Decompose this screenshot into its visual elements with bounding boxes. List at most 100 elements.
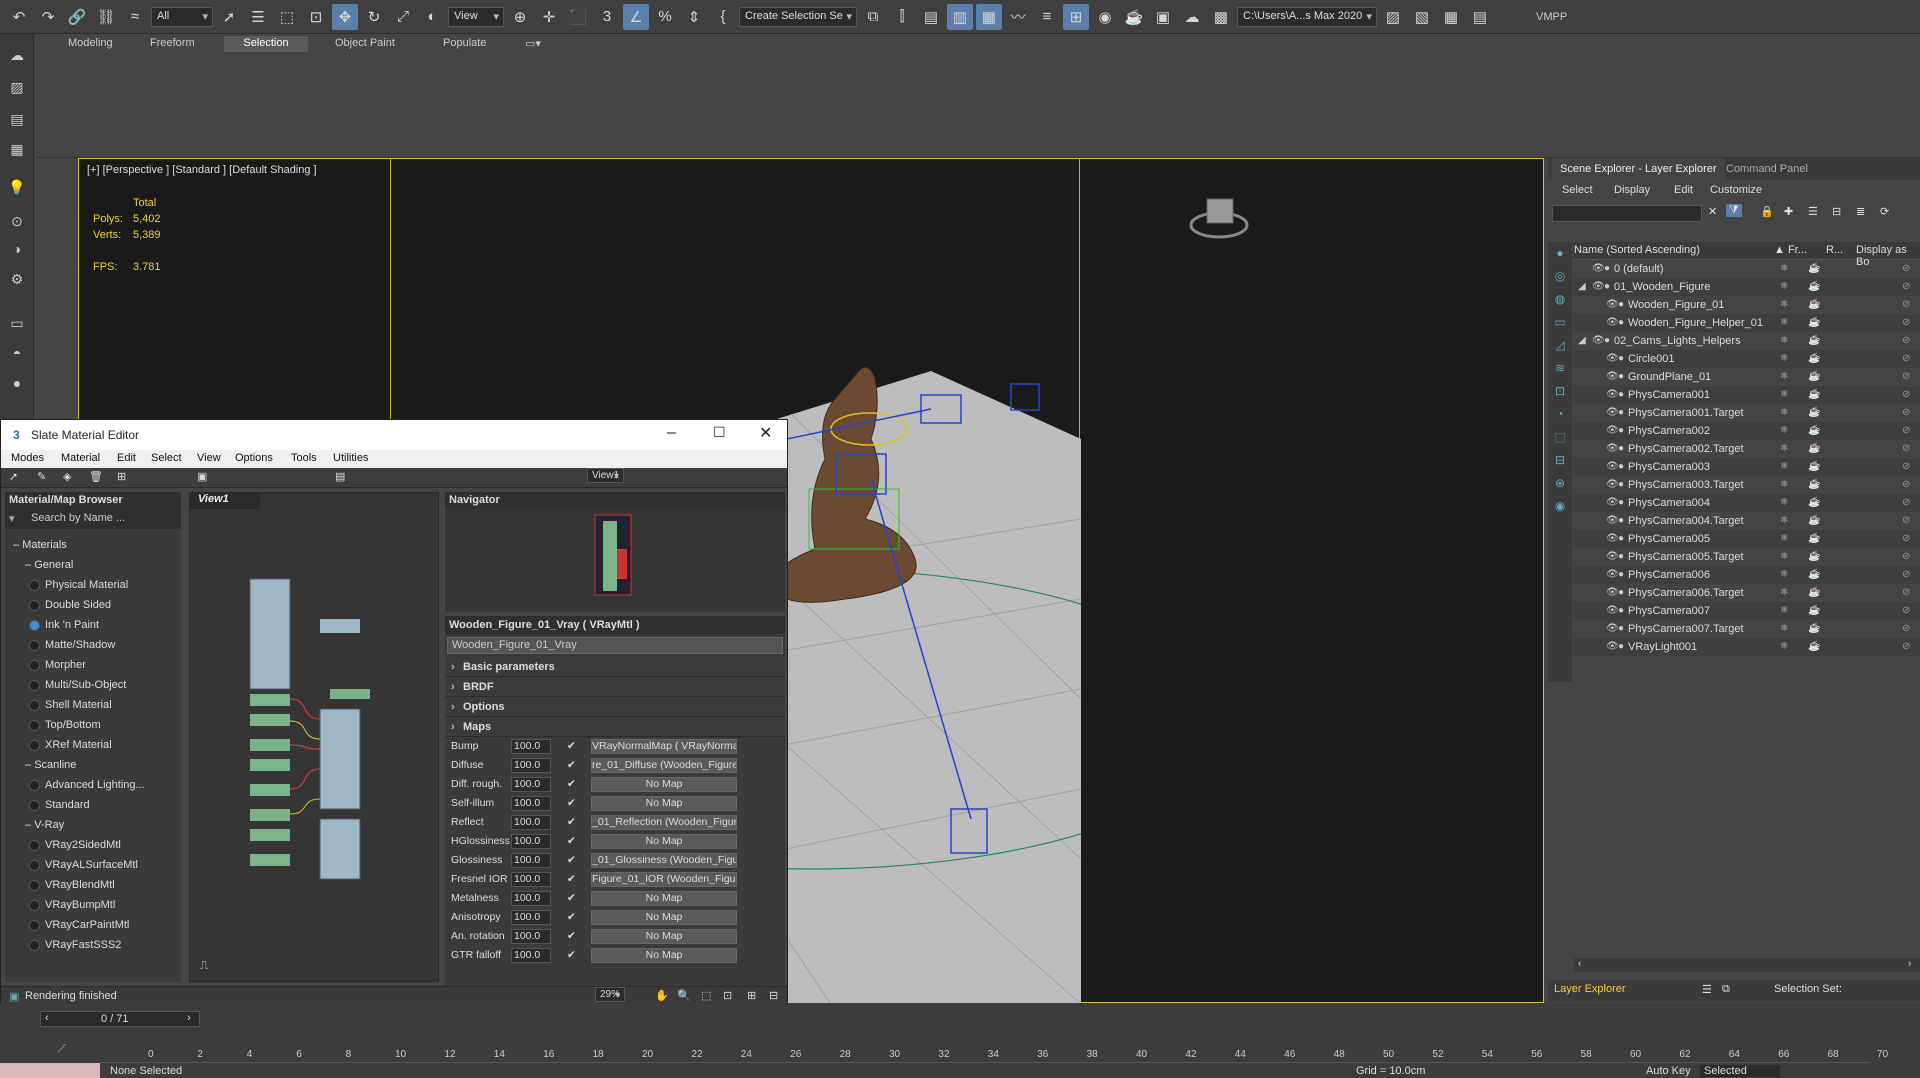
dope-sheet-icon[interactable]: ≡: [1034, 4, 1060, 30]
scene-row[interactable]: 👁 ● PhysCamera002.Target ❄ ☕ ⊘: [1574, 440, 1920, 458]
material-type-item[interactable]: Top/Bottom: [5, 715, 181, 735]
maxscript-listener[interactable]: [0, 1063, 100, 1078]
freeze-icon[interactable]: ❄: [1780, 566, 1788, 584]
material-type-item[interactable]: Multi/Sub-Object: [5, 675, 181, 695]
visibility-eye-icon[interactable]: 👁: [1606, 386, 1619, 404]
zoom-region-icon[interactable]: ⬚: [701, 989, 711, 1002]
filter-geometry-icon[interactable]: ● ◎ ◍ ▭ ◿ ≋ ⊡ ◔ ⬚ ⊟ ⊕ ◉: [1548, 242, 1572, 518]
ribbon-options-icon[interactable]: ▭▾: [515, 36, 551, 52]
cat-materials[interactable]: – Materials: [5, 535, 181, 555]
stack-icon[interactable]: ≣: [1856, 205, 1865, 218]
mirror-icon[interactable]: ⧉: [860, 4, 886, 30]
scene-menu-display[interactable]: Display: [1614, 184, 1650, 196]
map-enabled-checkbox[interactable]: ✔: [567, 756, 576, 775]
map-enabled-checkbox[interactable]: ✔: [567, 889, 576, 908]
scene-menu-select[interactable]: Select: [1562, 184, 1593, 196]
rollout-options[interactable]: Options: [445, 697, 785, 717]
map-slot-button[interactable]: No Map: [591, 777, 737, 792]
render-teapot-icon[interactable]: ☕: [1808, 260, 1820, 278]
scene-explorer-icon[interactable]: ▤: [918, 4, 944, 30]
material-type-item[interactable]: VRayCarPaintMtl: [5, 915, 181, 935]
project-path-dropdown[interactable]: C:\Users\A...s Max 2020: [1237, 6, 1377, 27]
visibility-eye-icon[interactable]: 👁: [1606, 638, 1619, 656]
material-type-item[interactable]: Double Sided: [5, 595, 181, 615]
scale-icon[interactable]: ⤢: [390, 4, 416, 30]
material-type-item[interactable]: Matte/Shadow: [5, 635, 181, 655]
zoom-icon[interactable]: 🔍: [677, 989, 691, 1002]
scene-row[interactable]: 👁 ● PhysCamera007.Target ❄ ☕ ⊘: [1574, 620, 1920, 638]
render-icon[interactable]: ☁: [1179, 4, 1205, 30]
material-type-item[interactable]: XRef Material: [5, 735, 181, 755]
rotate-icon[interactable]: ↻: [361, 4, 387, 30]
scene-row[interactable]: 👁 ● Wooden_Figure_Helper_01 ❄ ☕ ⊘: [1574, 314, 1920, 332]
project-settings-icon[interactable]: ▤: [1467, 4, 1493, 30]
scene-row[interactable]: 👁 ● Circle001 ❄ ☕ ⊘: [1574, 350, 1920, 368]
tab-modeling[interactable]: Modeling: [58, 36, 123, 52]
cat-general[interactable]: – General: [5, 555, 181, 575]
freeze-icon[interactable]: ❄: [1780, 368, 1788, 386]
show-map-icon[interactable]: ▣: [197, 470, 207, 483]
visibility-eye-icon[interactable]: 👁: [1606, 548, 1619, 566]
box-display-icon[interactable]: ⊘: [1902, 530, 1910, 548]
render-teapot-icon[interactable]: ☕: [1808, 566, 1820, 584]
visibility-eye-icon[interactable]: 👁: [1606, 368, 1619, 386]
render-teapot-icon[interactable]: ☕: [1808, 422, 1820, 440]
workspace-label[interactable]: VMPP: [1536, 11, 1567, 23]
rollout-basic-parameters[interactable]: Basic parameters: [445, 657, 785, 677]
navigator-thumbnail[interactable]: [445, 509, 785, 609]
map-slot-button[interactable]: No Map: [591, 834, 737, 849]
box-display-icon[interactable]: ⊘: [1902, 602, 1910, 620]
rendered-frame-window-icon[interactable]: ▣: [1150, 4, 1176, 30]
schematic-view-icon[interactable]: ⊞: [1063, 3, 1089, 30]
render-teapot-icon[interactable]: ☕: [1808, 440, 1820, 458]
clear-search-icon[interactable]: ✕: [1708, 205, 1717, 218]
reference-coordinate-dropdown[interactable]: View: [448, 6, 504, 27]
scene-icon[interactable]: ☁: [5, 44, 29, 66]
curve-toggle-icon[interactable]: ⟋: [58, 1043, 66, 1056]
menu-utilities[interactable]: Utilities: [333, 452, 368, 464]
rect-region-icon[interactable]: ⬚: [274, 4, 300, 30]
tab-command-panel[interactable]: Command Panel: [1718, 158, 1816, 180]
map-enabled-checkbox[interactable]: ✔: [567, 832, 576, 851]
map-amount-spinner[interactable]: 100.0: [511, 777, 551, 792]
list-icon[interactable]: ▤: [5, 108, 29, 130]
box-display-icon[interactable]: ⊘: [1902, 296, 1910, 314]
scene-row[interactable]: 👁 ● VRayLight001 ❄ ☕ ⊘: [1574, 638, 1920, 656]
tab-object-paint[interactable]: Object Paint: [325, 36, 405, 52]
key-filter-dropdown[interactable]: Selected: [1700, 1065, 1780, 1077]
box-display-icon[interactable]: ⊘: [1902, 260, 1910, 278]
pick-material-icon[interactable]: ✎: [37, 470, 46, 483]
window-crossing-icon[interactable]: ⊡: [303, 4, 329, 30]
expand-icon[interactable]: ◢: [1578, 332, 1586, 350]
material-type-item[interactable]: VRayBlendMtl: [5, 875, 181, 895]
box-display-icon[interactable]: ⊘: [1902, 638, 1910, 656]
box-display-icon[interactable]: ⊘: [1902, 548, 1910, 566]
freeze-icon[interactable]: ❄: [1780, 530, 1788, 548]
freeze-icon[interactable]: ❄: [1780, 332, 1788, 350]
box-display-icon[interactable]: ⊘: [1902, 512, 1910, 530]
render-teapot-icon[interactable]: ☕: [1808, 512, 1820, 530]
undo-icon[interactable]: ↶: [6, 4, 32, 30]
zoom-dropdown[interactable]: 29%: [595, 987, 626, 1002]
box-display-icon[interactable]: ⊘: [1902, 278, 1910, 296]
scene-row[interactable]: 👁 ● PhysCamera005.Target ❄ ☕ ⊘: [1574, 548, 1920, 566]
map-enabled-checkbox[interactable]: ✔: [567, 908, 576, 927]
zoom-extents-icon[interactable]: ⊡: [723, 989, 732, 1002]
scene-search-input[interactable]: [1552, 205, 1702, 222]
transform-gizmo-icon[interactable]: ✛: [536, 4, 562, 30]
ribbon-toggle-icon[interactable]: ▦: [976, 3, 1002, 30]
search-input[interactable]: Search by Name ...: [31, 512, 125, 524]
freeze-icon[interactable]: ❄: [1780, 350, 1788, 368]
scroll-right-icon[interactable]: ›: [1908, 958, 1911, 969]
select-tool-icon[interactable]: ➚: [9, 470, 18, 483]
freeze-icon[interactable]: ❄: [1780, 548, 1788, 566]
lock-icon[interactable]: 🔒: [1760, 205, 1774, 218]
freeze-icon[interactable]: ❄: [1780, 620, 1788, 638]
scene-row[interactable]: 👁 ● PhysCamera004.Target ❄ ☕ ⊘: [1574, 512, 1920, 530]
render-teapot-icon[interactable]: ☕: [1808, 278, 1820, 296]
link-icon[interactable]: 🔗: [64, 4, 90, 30]
add-layer-icon[interactable]: ✚: [1784, 205, 1793, 218]
freeze-icon[interactable]: ❄: [1780, 422, 1788, 440]
viewcube-icon[interactable]: [1189, 195, 1249, 241]
visibility-eye-icon[interactable]: 👁: [1606, 476, 1619, 494]
